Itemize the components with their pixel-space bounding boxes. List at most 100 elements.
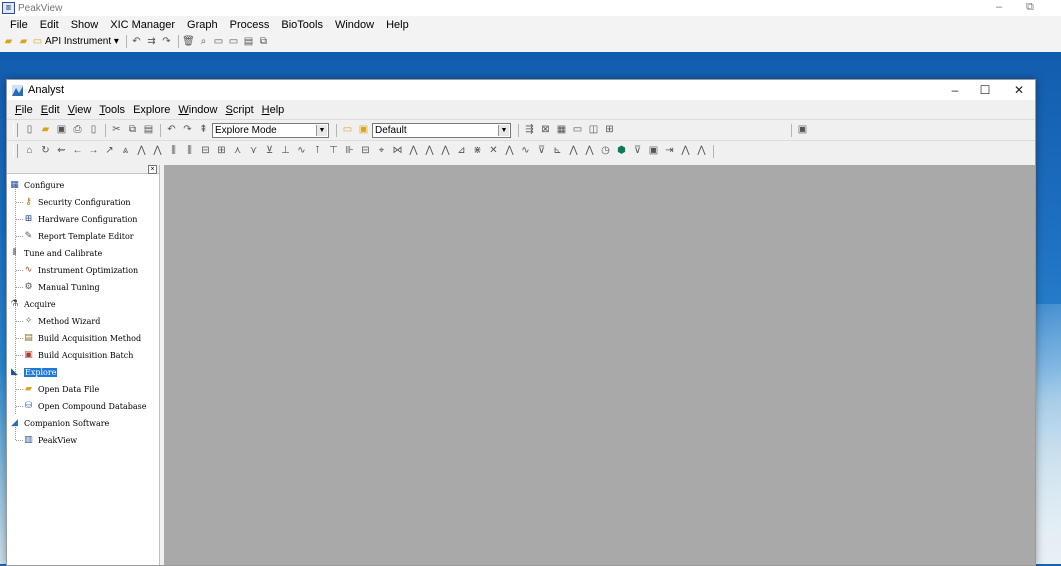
paste-icon[interactable]: ▤ <box>141 123 156 137</box>
tag-icon[interactable]: ⌖ <box>374 144 389 158</box>
mark-icon[interactable]: ⋇ <box>470 144 485 158</box>
menu-script[interactable]: Script <box>226 104 254 116</box>
print-graph-icon[interactable]: ⊟ <box>358 144 373 158</box>
copy-icon[interactable]: ⧉ <box>125 123 140 137</box>
menu-graph[interactable]: Graph <box>187 19 218 31</box>
open-folder-icon[interactable]: ▰ <box>2 36 15 48</box>
help-pointer-icon[interactable]: ⇞ <box>196 123 211 137</box>
project-select[interactable]: Default ▼ <box>372 122 511 138</box>
folder-icon[interactable]: ▭ <box>340 123 355 137</box>
back-icon[interactable]: ← <box>70 144 85 158</box>
table-icon[interactable]: ⊟ <box>198 144 213 158</box>
stop-icon[interactable]: ⊠ <box>538 123 553 137</box>
cut-icon[interactable]: ✂ <box>109 123 124 137</box>
tree-node-acquire[interactable]: ⚗ Acquire <box>9 296 55 312</box>
chart-icon[interactable]: ⊥ <box>278 144 293 158</box>
restore-icon[interactable]: ⧉ <box>1026 1 1034 14</box>
axis-icon[interactable]: ⊾ <box>550 144 565 158</box>
mode-select[interactable]: Explore Mode ▼ <box>212 122 329 138</box>
redo-icon[interactable]: ↷ <box>160 36 173 48</box>
xic-2-icon[interactable]: ⋀ <box>406 144 421 158</box>
window-icon[interactable]: ▭ <box>570 123 585 137</box>
menu-show[interactable]: Show <box>71 19 99 31</box>
delete-icon[interactable]: 🗑 <box>182 36 195 48</box>
tree-node-configure[interactable]: ▦ Configure <box>9 177 64 193</box>
subtract-icon[interactable]: ⊤ <box>326 144 341 158</box>
save-icon[interactable]: ▣ <box>54 123 69 137</box>
arrow-right-icon[interactable]: ⇥ <box>662 144 677 158</box>
xic-5-icon[interactable]: ⋀ <box>502 144 517 158</box>
menu-window[interactable]: Window <box>178 104 217 116</box>
forward-icon[interactable]: → <box>86 144 101 158</box>
close-icon[interactable]: × <box>148 165 157 174</box>
tree-node-hardware-configuration[interactable]: ⊞ Hardware Configuration <box>23 211 138 227</box>
tree-node-method-wizard[interactable]: ✧ Method Wizard <box>23 313 101 329</box>
tree-node-open-compound-database[interactable]: ⛁ Open Compound Database <box>23 398 147 414</box>
graph-icon[interactable]: ⋀ <box>566 144 581 158</box>
menu-file[interactable]: File <box>15 104 33 116</box>
menu-file[interactable]: File <box>10 19 28 31</box>
open-icon[interactable]: ▰ <box>38 123 53 137</box>
peak-2-icon[interactable]: ⋎ <box>246 144 261 158</box>
xic-4-icon[interactable]: ⋀ <box>438 144 453 158</box>
tile-icon[interactable]: ◫ <box>586 123 601 137</box>
bar-spectrum-2-icon[interactable]: ⫼ <box>182 144 197 158</box>
tree-node-report-template-editor[interactable]: ✎ Report Template Editor <box>23 228 134 244</box>
go-icon[interactable]: ↗ <box>102 144 117 158</box>
tree-node-manual-tuning[interactable]: ⚙ Manual Tuning <box>23 279 99 295</box>
print-preview-icon[interactable]: ▯ <box>86 123 101 137</box>
project-icon[interactable]: ▣ <box>356 123 371 137</box>
arrow-icon[interactable]: ⇜ <box>54 144 69 158</box>
peak-icon[interactable]: ⋏ <box>230 144 245 158</box>
queue-icon[interactable]: ⇶ <box>522 123 537 137</box>
compare-icon[interactable]: ⋈ <box>390 144 405 158</box>
new-icon[interactable]: ▯ <box>22 123 37 137</box>
pane-icon[interactable]: ▭ <box>212 36 225 48</box>
threshold-icon[interactable]: ⊺ <box>310 144 325 158</box>
menu-view[interactable]: View <box>68 104 92 116</box>
maximize-button[interactable]: ☐ <box>970 80 1000 100</box>
xic-6-icon[interactable]: ⋀ <box>678 144 693 158</box>
copy-pane-icon[interactable]: ⧉ <box>257 36 270 48</box>
scale-icon[interactable]: ⊽ <box>534 144 549 158</box>
refresh-icon[interactable]: ↻ <box>38 144 53 158</box>
tree-node-tune-and-calibrate[interactable]: ⫴ Tune and Calibrate <box>9 245 103 261</box>
forward-icon[interactable]: ⇉ <box>145 36 158 48</box>
menu-edit[interactable]: Edit <box>40 19 59 31</box>
redo-icon[interactable]: ↷ <box>180 123 195 137</box>
grid-icon[interactable]: ▦ <box>554 123 569 137</box>
bar-spectrum-icon[interactable]: ⫼ <box>166 144 181 158</box>
wave-icon[interactable]: ∿ <box>518 144 533 158</box>
tile-grid-icon[interactable]: ⊞ <box>602 123 617 137</box>
tree-node-build-acquisition-method[interactable]: ▤ Build Acquisition Method <box>23 330 141 346</box>
menu-help[interactable]: Help <box>262 104 285 116</box>
baseline-icon[interactable]: ⊻ <box>262 144 277 158</box>
tree-node-open-data-file[interactable]: ▰ Open Data File <box>23 381 99 397</box>
spectrum-icon[interactable]: ⩓ <box>118 144 133 158</box>
tic-icon[interactable]: ⋀ <box>150 144 165 158</box>
menu-help[interactable]: Help <box>386 19 409 31</box>
list-icon[interactable]: ⊞ <box>214 144 229 158</box>
cube-icon[interactable]: ⬢ <box>614 144 629 158</box>
zoom-icon[interactable]: ⌕ <box>197 36 210 48</box>
menu-process[interactable]: Process <box>230 19 270 31</box>
tree-node-companion-software[interactable]: ◢ Companion Software <box>9 415 109 431</box>
filter-icon[interactable]: ⊽ <box>630 144 645 158</box>
tree-node-build-acquisition-batch[interactable]: ▣ Build Acquisition Batch <box>23 347 133 363</box>
tree-node-security-configuration[interactable]: ⚷ Security Configuration <box>23 194 130 210</box>
graph-2-icon[interactable]: ⋀ <box>582 144 597 158</box>
menu-explore[interactable]: Explore <box>133 104 170 116</box>
menu-biotools[interactable]: BioTools <box>281 19 323 31</box>
minimize-icon[interactable]: – <box>996 1 1002 13</box>
frame-icon[interactable]: ▣ <box>646 144 661 158</box>
menu-tools[interactable]: Tools <box>99 104 125 116</box>
close-button[interactable]: ✕ <box>1004 80 1034 100</box>
pane-rows-icon[interactable]: ▤ <box>242 36 255 48</box>
menu-xic-manager[interactable]: XIC Manager <box>110 19 175 31</box>
edit-graph-icon[interactable]: ⊿ <box>454 144 469 158</box>
menu-edit[interactable]: Edit <box>41 104 60 116</box>
cross-icon[interactable]: ✕ <box>486 144 501 158</box>
instrument-dropdown[interactable]: API Instrument ▾ <box>45 36 119 47</box>
menu-window[interactable]: Window <box>335 19 374 31</box>
xic-7-icon[interactable]: ⋀ <box>694 144 709 158</box>
